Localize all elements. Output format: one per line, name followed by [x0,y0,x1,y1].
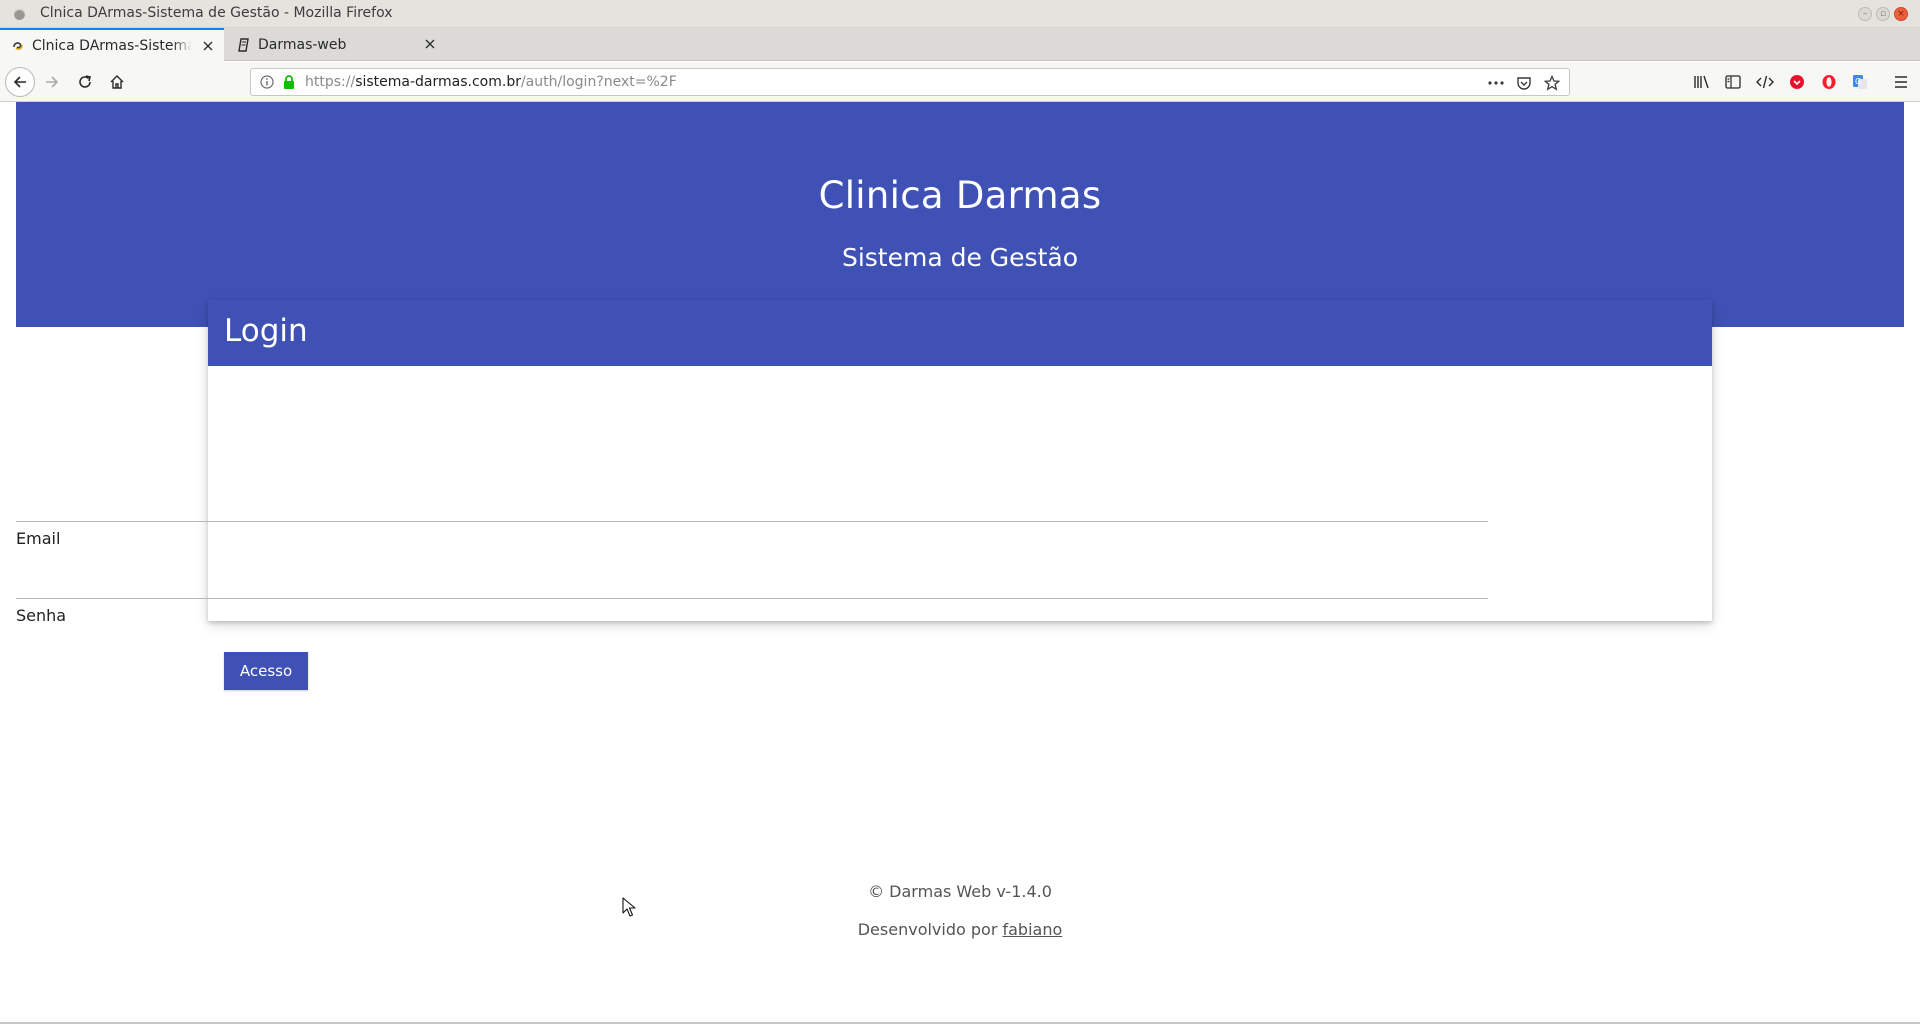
back-button[interactable] [5,67,35,97]
tab-darmas-web[interactable]: Darmas-web [226,28,446,61]
email-underline [16,521,1488,522]
home-button[interactable] [103,68,131,96]
password-input[interactable] [16,566,1488,598]
login-submit-button[interactable]: Acesso [224,652,308,690]
url-host: sistema-darmas.com.br [355,74,521,90]
minimize-icon[interactable]: – [1858,7,1872,21]
tab-label: Clnica DArmas-Sistema de Gestão [32,38,192,54]
reload-button[interactable] [71,68,99,96]
site-favicon-icon [10,38,26,54]
mouse-cursor-icon [622,897,636,917]
developer-icon[interactable] [1755,72,1775,92]
password-label: Senha [16,606,67,625]
svg-text:G: G [1855,77,1861,86]
window-title-bar: Clnica DArmas-Sistema de Gestão - Mozill… [0,0,1920,28]
password-underline [16,598,1488,599]
close-tab-icon[interactable] [200,38,216,54]
login-card-header: Login [208,300,1712,366]
site-info-icon[interactable] [259,74,275,90]
site-title: Clinica Darmas [818,174,1102,217]
opera-icon[interactable] [1819,72,1839,92]
footer-credits: Desenvolvido por fabiano [0,920,1920,939]
maximize-icon[interactable]: ▫ [1876,7,1890,21]
tab-strip: Clnica DArmas-Sistema de Gestão Darmas-w… [0,28,1920,77]
sidebar-icon[interactable] [1723,72,1743,92]
forward-button[interactable] [38,68,66,96]
url-path: /auth/login?next=%2F [520,74,677,90]
pocket-icon[interactable] [1515,74,1533,92]
login-title: Login [224,313,308,349]
tab-label: Darmas-web [258,36,347,53]
window-title: Clnica DArmas-Sistema de Gestão - Mozill… [40,5,393,21]
close-window-icon[interactable]: × [1894,7,1908,21]
url-scheme: https:// [305,74,356,90]
site-header: Clinica Darmas Sistema de Gestão [16,102,1904,327]
close-tab-icon[interactable] [422,36,438,52]
url-text[interactable]: https://sistema-darmas.com.br/auth/login… [305,74,677,90]
footer-copyright: © Darmas Web v-1.4.0 [868,882,1052,901]
page-actions-icon[interactable] [1487,74,1505,92]
menu-icon[interactable] [1891,72,1911,92]
secure-lock-icon[interactable] [281,74,297,90]
footer-developed-by: Desenvolvido por [857,920,1003,939]
email-label: Email [16,529,61,548]
tab-clinica-darmas[interactable]: Clnica DArmas-Sistema de Gestão [0,28,224,62]
developer-link[interactable]: fabiano [1002,920,1062,939]
url-bar[interactable]: https://sistema-darmas.com.br/auth/login… [250,68,1570,96]
pocket-red-icon[interactable] [1787,72,1807,92]
library-icon[interactable] [1692,72,1712,92]
email-input[interactable] [16,489,1488,521]
translate-icon[interactable]: G [1850,72,1870,92]
site-subtitle: Sistema de Gestão [841,243,1079,272]
window-menu-icon[interactable] [14,9,25,20]
bookmark-star-icon[interactable] [1543,74,1561,92]
document-icon [236,37,252,53]
navigation-toolbar: https://sistema-darmas.com.br/auth/login… [0,62,1920,102]
